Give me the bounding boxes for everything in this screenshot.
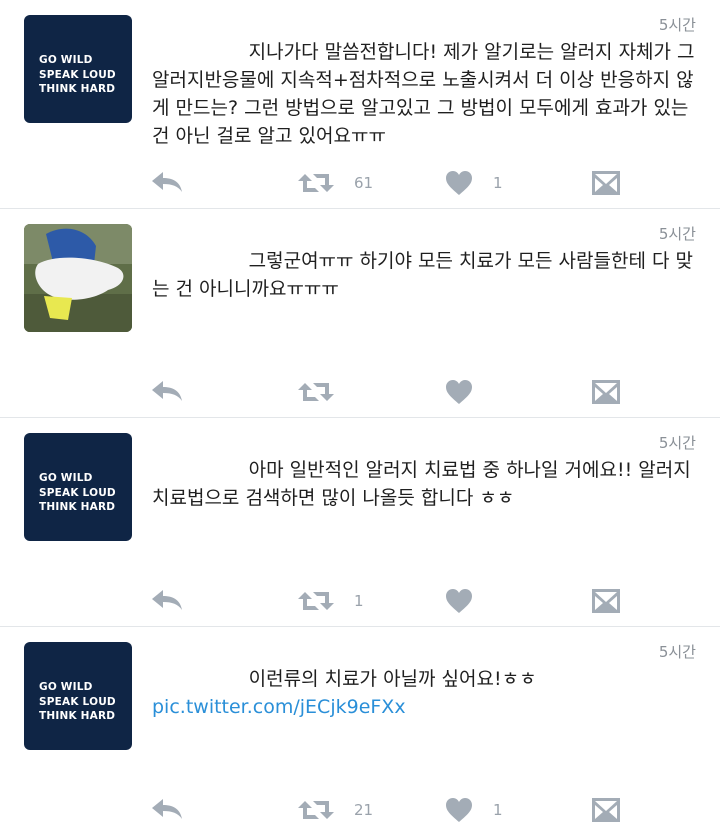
avatar-logo-line: THINK HARD <box>39 501 116 513</box>
like-button[interactable] <box>445 586 493 616</box>
retweet-button[interactable]: 21 <box>298 795 373 825</box>
retweet-icon <box>298 383 334 401</box>
retweet-count: 21 <box>354 801 374 819</box>
timeline: GO WILD SPEAK LOUD THINK HARD 5시간 지나가다 말씀전… <box>0 0 720 836</box>
direct-message-icon <box>592 171 620 195</box>
tweet-actions <box>150 377 640 407</box>
avatar[interactable] <box>24 224 132 332</box>
avatar-logo-text: GO WILD SPEAK LOUD THINK HARD <box>39 53 116 97</box>
avatar-logo-line: SPEAK LOUD <box>39 695 116 708</box>
direct-message-icon <box>592 589 620 613</box>
like-count: 1 <box>493 801 503 819</box>
avatar-logo-line: GO WILD <box>39 54 93 66</box>
retweet-count: 1 <box>354 592 364 610</box>
direct-message-icon <box>592 380 620 404</box>
reply-button[interactable] <box>150 168 184 198</box>
tweet-text: 그렇군여ㅠㅠ 하기야 모든 치료가 모든 사람들한테 다 맞는 건 아니니까요ㅠ… <box>152 247 697 303</box>
like-button[interactable]: 1 <box>445 795 503 825</box>
dm-button[interactable] <box>591 795 621 825</box>
avatar-logo-text: GO WILD SPEAK LOUD THINK HARD <box>39 471 116 515</box>
avatar[interactable]: GO WILD SPEAK LOUD THINK HARD <box>24 15 132 123</box>
retweet-icon <box>298 801 334 819</box>
tweet-4[interactable]: GO WILD SPEAK LOUD THINK HARD 5시간 이런류의 치료가… <box>0 627 720 836</box>
tweet-actions: 61 1 <box>150 168 640 198</box>
tweet-2[interactable]: 5시간 그렇군여ㅠㅠ 하기야 모든 치료가 모든 사람들한테 다 맞는 건 아니… <box>0 209 720 418</box>
reply-button[interactable] <box>150 795 184 825</box>
avatar[interactable]: GO WILD SPEAK LOUD THINK HARD <box>24 642 132 750</box>
reply-icon <box>152 172 182 192</box>
tweet-body: 아마 일반적인 알러지 치료법 중 하나일 거에요!! 알러지 치료법으로 검색… <box>152 459 697 509</box>
tweet-text: 지나가다 말씀전합니다! 제가 알기로는 알러지 자체가 그 알러지반응물에 지… <box>152 38 697 150</box>
dm-button[interactable] <box>591 377 621 407</box>
retweet-button[interactable]: 61 <box>298 168 373 198</box>
like-button[interactable] <box>445 377 493 407</box>
avatar[interactable]: GO WILD SPEAK LOUD THINK HARD <box>24 433 132 541</box>
tweet-text: 이런류의 치료가 아닐까 싶어요!ㅎㅎ pic.twitter.com/jECjk… <box>152 665 697 721</box>
retweet-button[interactable] <box>298 377 354 407</box>
retweet-count: 61 <box>354 174 374 192</box>
tweet-time[interactable]: 5시간 <box>659 432 696 453</box>
retweet-button[interactable]: 1 <box>298 586 364 616</box>
retweet-icon <box>298 592 334 610</box>
tweet-time[interactable]: 5시간 <box>659 14 696 35</box>
retweet-icon <box>298 174 334 192</box>
reply-button[interactable] <box>150 586 184 616</box>
tweet-actions: 21 1 <box>150 795 640 825</box>
reply-button[interactable] <box>150 377 184 407</box>
reply-icon <box>152 590 182 610</box>
tweet-1[interactable]: GO WILD SPEAK LOUD THINK HARD 5시간 지나가다 말씀전… <box>0 0 720 209</box>
avatar-photo <box>24 224 132 332</box>
tweet-body: 그렇군여ㅠㅠ 하기야 모든 치료가 모든 사람들한테 다 맞는 건 아니니까요ㅠ… <box>152 250 693 300</box>
tweet-text: 아마 일반적인 알러지 치료법 중 하나일 거에요!! 알러지 치료법으로 검색… <box>152 456 697 512</box>
avatar-logo-line: GO WILD <box>39 681 93 693</box>
tweet-3[interactable]: GO WILD SPEAK LOUD THINK HARD 5시간 아마 일반적인 … <box>0 418 720 627</box>
avatar-logo-line: THINK HARD <box>39 710 116 722</box>
dm-button[interactable] <box>591 168 621 198</box>
tweet-time[interactable]: 5시간 <box>659 641 696 662</box>
tweet-body: 이런류의 치료가 아닐까 싶어요!ㅎㅎ <box>152 668 537 690</box>
heart-icon <box>446 589 472 613</box>
tweet-link[interactable]: pic.twitter.com/jECjk9eFXx <box>152 693 697 721</box>
like-button[interactable]: 1 <box>445 168 503 198</box>
heart-icon <box>446 380 472 404</box>
avatar-logo-line: THINK HARD <box>39 83 116 95</box>
like-count: 1 <box>493 174 503 192</box>
avatar-logo-line: SPEAK LOUD <box>39 68 116 81</box>
avatar-logo-line: GO WILD <box>39 472 93 484</box>
dm-button[interactable] <box>591 586 621 616</box>
tweet-actions: 1 <box>150 586 640 616</box>
direct-message-icon <box>592 798 620 822</box>
avatar-logo-line: SPEAK LOUD <box>39 486 116 499</box>
avatar-logo-text: GO WILD SPEAK LOUD THINK HARD <box>39 680 116 724</box>
reply-icon <box>152 799 182 819</box>
reply-icon <box>152 381 182 401</box>
heart-icon <box>446 171 472 195</box>
heart-icon <box>446 798 472 822</box>
tweet-time[interactable]: 5시간 <box>659 223 696 244</box>
tweet-body: 지나가다 말씀전합니다! 제가 알기로는 알러지 자체가 그 알러지반응물에 지… <box>152 41 701 147</box>
